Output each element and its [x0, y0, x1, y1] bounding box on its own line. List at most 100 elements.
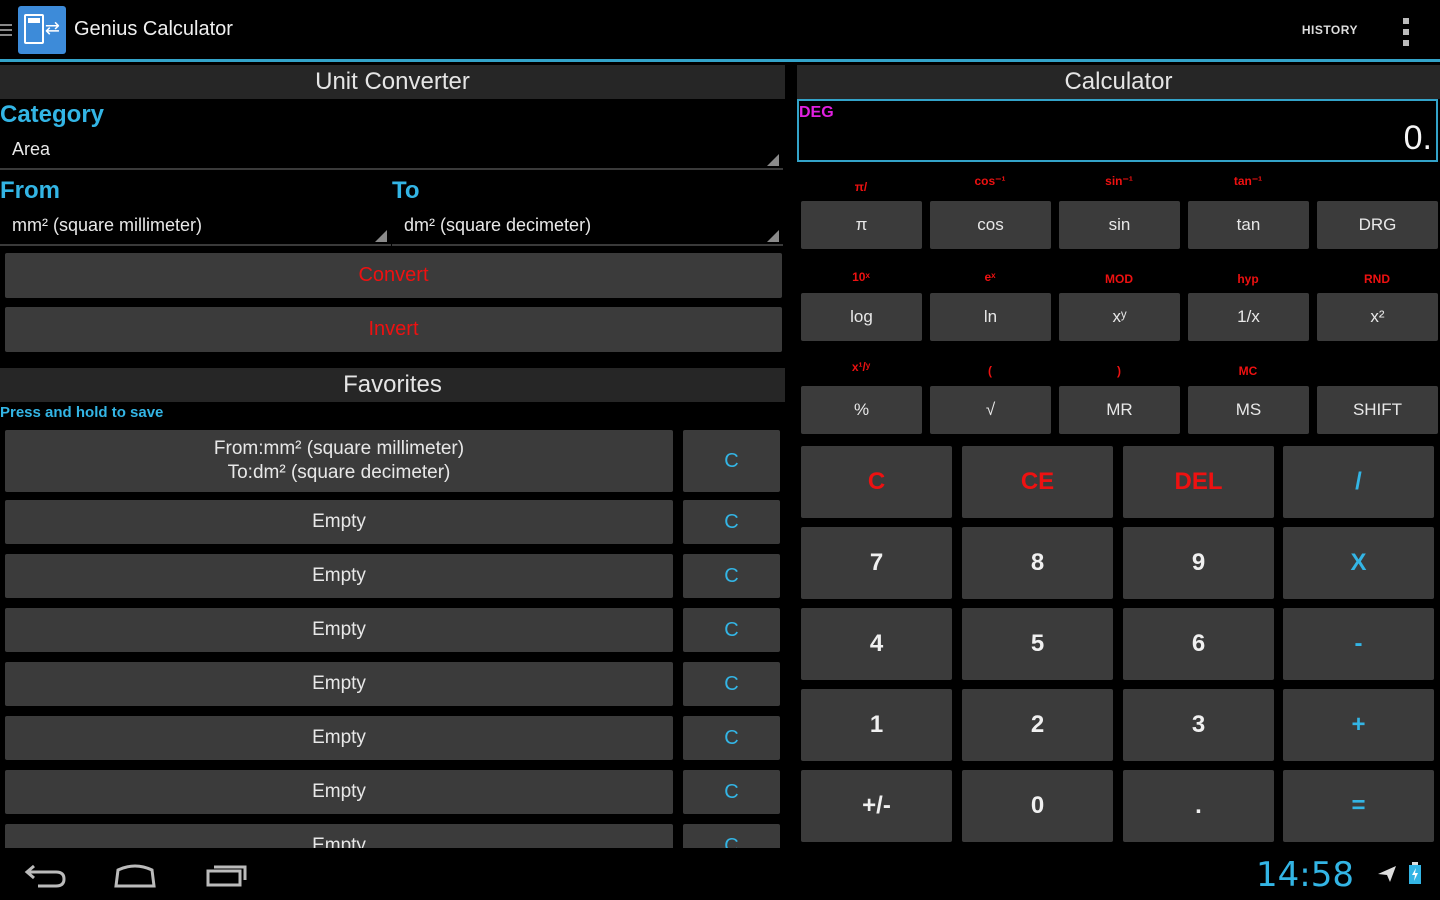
drg-button[interactable]: DRG	[1317, 201, 1438, 249]
sqrt-button[interactable]: √	[930, 386, 1051, 434]
status-icons	[1376, 862, 1422, 884]
clear-entry-button[interactable]: CE	[962, 446, 1113, 518]
ln-button[interactable]: ln	[930, 293, 1051, 341]
clear-favorite-button[interactable]: C	[683, 500, 780, 544]
favorite-button[interactable]: Empty	[5, 716, 673, 760]
system-nav-bar	[0, 848, 1440, 900]
shift-label: hyp	[1237, 272, 1259, 286]
calculator-display: DEG 0.	[797, 99, 1438, 162]
convert-button[interactable]: Convert	[5, 253, 782, 298]
to-label: To	[392, 177, 420, 204]
unit-converter-header: Unit Converter	[0, 65, 785, 99]
favorite-line-1: From:mm² (square millimeter)	[213, 438, 465, 459]
favorite-button[interactable]: Empty	[5, 770, 673, 814]
favorite-line-1: Empty	[312, 619, 366, 640]
recent-apps-icon[interactable]	[204, 862, 250, 888]
digit-4-button[interactable]: 4	[801, 608, 952, 680]
cos-button[interactable]: cos	[930, 201, 1051, 249]
airplane-mode-icon	[1378, 866, 1396, 882]
shift-label: MOD	[1105, 272, 1133, 286]
app-title: Genius Calculator	[74, 18, 233, 40]
favorites-list[interactable]: From:mm² (square millimeter) To:dm² (squ…	[0, 428, 790, 848]
delete-button[interactable]: DEL	[1123, 446, 1274, 518]
log-button[interactable]: log	[801, 293, 922, 341]
battery-icon	[1409, 862, 1421, 884]
action-bar: ⇄ Genius Calculator HISTORY	[0, 0, 1440, 62]
subtract-button[interactable]: -	[1283, 608, 1434, 680]
digit-9-button[interactable]: 9	[1123, 527, 1274, 599]
shift-button[interactable]: SHIFT	[1317, 386, 1438, 434]
reciprocal-button[interactable]: 1/x	[1188, 293, 1309, 341]
decimal-button[interactable]: .	[1123, 770, 1274, 842]
tan-button[interactable]: tan	[1188, 201, 1309, 249]
from-unit-spinner[interactable]: mm² (square millimeter)	[0, 206, 391, 246]
favorite-button[interactable]: Empty	[5, 554, 673, 598]
power-button[interactable]: xʸ	[1059, 293, 1180, 341]
memory-recall-button[interactable]: MR	[1059, 386, 1180, 434]
angle-mode-indicator: DEG	[799, 104, 834, 121]
shift-label: MC	[1238, 364, 1258, 378]
favorite-line-1: Empty	[312, 835, 366, 848]
back-icon[interactable]	[24, 862, 68, 888]
sin-button[interactable]: sin	[1059, 201, 1180, 249]
add-button[interactable]: +	[1283, 689, 1434, 761]
from-unit-value: mm² (square millimeter)	[12, 214, 203, 235]
digit-5-button[interactable]: 5	[962, 608, 1113, 680]
shift-label: 10ˣ	[852, 270, 870, 284]
favorite-button[interactable]: Empty	[5, 608, 673, 652]
favorites-hint: Press and hold to save	[0, 404, 164, 421]
clear-favorite-button[interactable]: C	[683, 824, 780, 848]
pi-button[interactable]: π	[801, 201, 922, 249]
favorite-button[interactable]: Empty	[5, 824, 673, 848]
favorite-button[interactable]: Empty	[5, 662, 673, 706]
digit-3-button[interactable]: 3	[1123, 689, 1274, 761]
to-unit-spinner[interactable]: dm² (square decimeter)	[392, 206, 783, 246]
favorite-line-1: Empty	[312, 727, 366, 748]
clear-favorite-button[interactable]: C	[683, 554, 780, 598]
favorite-button[interactable]: Empty	[5, 500, 673, 544]
overflow-menu-icon[interactable]	[1402, 18, 1410, 46]
percent-button[interactable]: %	[801, 386, 922, 434]
shift-label: (	[988, 364, 992, 378]
digit-8-button[interactable]: 8	[962, 527, 1113, 599]
invert-button[interactable]: Invert	[5, 307, 782, 352]
to-unit-value: dm² (square decimeter)	[404, 214, 592, 235]
memory-store-button[interactable]: MS	[1188, 386, 1309, 434]
square-button[interactable]: x²	[1317, 293, 1438, 341]
favorites-header: Favorites	[0, 368, 785, 402]
clear-favorite-button[interactable]: C	[683, 770, 780, 814]
clear-favorite-button[interactable]: C	[683, 430, 780, 492]
favorite-line-2: To:dm² (square decimeter)	[227, 462, 451, 483]
clear-favorite-button[interactable]: C	[683, 608, 780, 652]
drawer-indicator-icon[interactable]	[0, 23, 14, 37]
multiply-button[interactable]: X	[1283, 527, 1434, 599]
clear-button[interactable]: C	[801, 446, 952, 518]
divide-button[interactable]: /	[1283, 446, 1434, 518]
favorite-button[interactable]: From:mm² (square millimeter) To:dm² (squ…	[5, 430, 673, 492]
favorite-line-1: Empty	[312, 673, 366, 694]
digit-1-button[interactable]: 1	[801, 689, 952, 761]
equals-button[interactable]: =	[1283, 770, 1434, 842]
shift-label: tan⁻¹	[1233, 174, 1263, 188]
shift-label: sin⁻¹	[1105, 174, 1133, 188]
shift-label: RND	[1364, 272, 1390, 286]
category-label: Category	[0, 101, 105, 128]
shift-label: π/	[854, 180, 868, 194]
calculator-header: Calculator	[797, 65, 1440, 99]
home-icon[interactable]	[112, 862, 158, 888]
history-button[interactable]: HISTORY	[1302, 23, 1358, 37]
category-spinner[interactable]: Area	[0, 130, 783, 170]
clear-favorite-button[interactable]: C	[683, 716, 780, 760]
digit-7-button[interactable]: 7	[801, 527, 952, 599]
dropdown-corner-icon	[767, 230, 779, 242]
category-value: Area	[12, 138, 51, 159]
favorite-line-1: Empty	[312, 511, 366, 532]
sign-toggle-button[interactable]: +/-	[801, 770, 952, 842]
shift-label: cos⁻¹	[974, 174, 1006, 188]
digit-6-button[interactable]: 6	[1123, 608, 1274, 680]
shift-label: eˣ	[984, 270, 996, 284]
digit-2-button[interactable]: 2	[962, 689, 1113, 761]
calculator-app-icon[interactable]: ⇄	[18, 5, 66, 54]
clear-favorite-button[interactable]: C	[683, 662, 780, 706]
digit-0-button[interactable]: 0	[962, 770, 1113, 842]
